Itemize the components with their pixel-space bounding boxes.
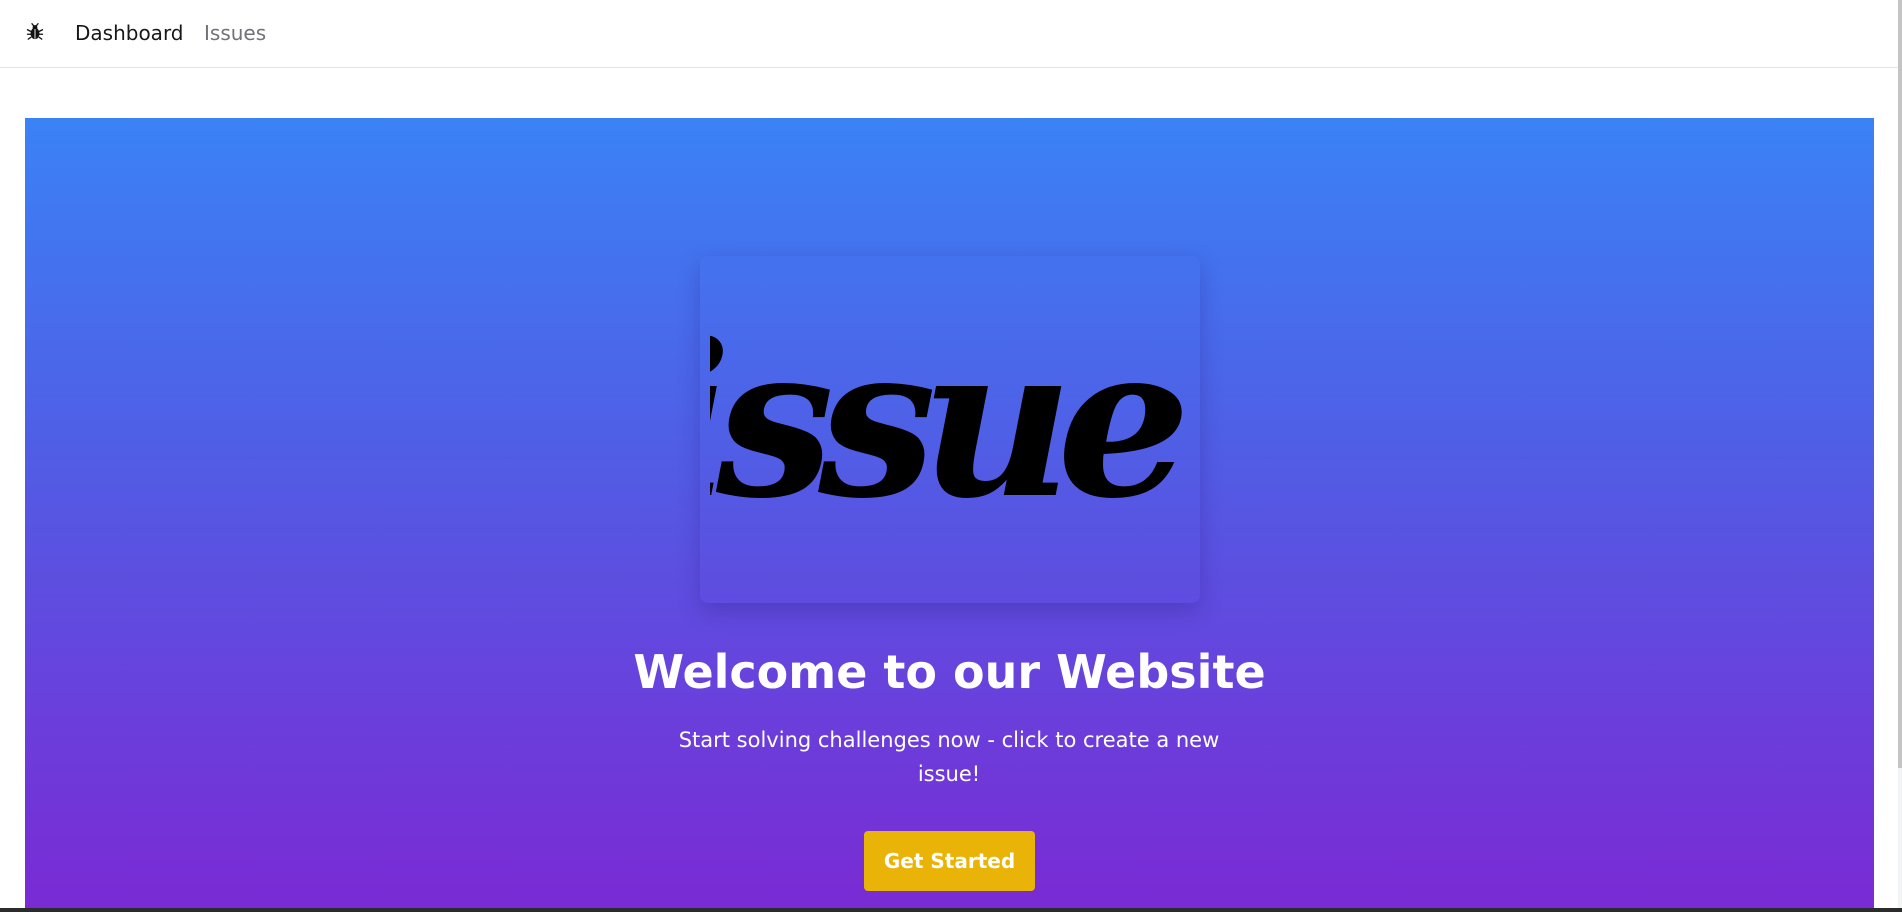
hero-subtitle: Start solving challenges now - click to … — [678, 728, 1220, 786]
issue-logo: issue. — [710, 305, 1190, 545]
hero-title: Welcome to our Website — [633, 645, 1266, 699]
nav-link-dashboard[interactable]: Dashboard — [75, 20, 184, 46]
issue-logo-card: issue. — [700, 256, 1200, 603]
scrollbar-thumb[interactable] — [1898, 0, 1902, 768]
nav-link-issues[interactable]: Issues — [204, 20, 266, 46]
window-bottom-edge — [0, 908, 1902, 912]
page-scrollbar[interactable] — [1898, 0, 1902, 912]
bug-icon-graphic — [26, 23, 44, 40]
get-started-button[interactable]: Get Started — [864, 831, 1035, 891]
bug-icon[interactable] — [25, 22, 45, 42]
hero-section: issue. Welcome to our Website Start solv… — [25, 118, 1874, 912]
issue-logo-wordmark: issue. — [710, 305, 1190, 545]
top-navbar: Dashboard Issues — [0, 0, 1898, 68]
